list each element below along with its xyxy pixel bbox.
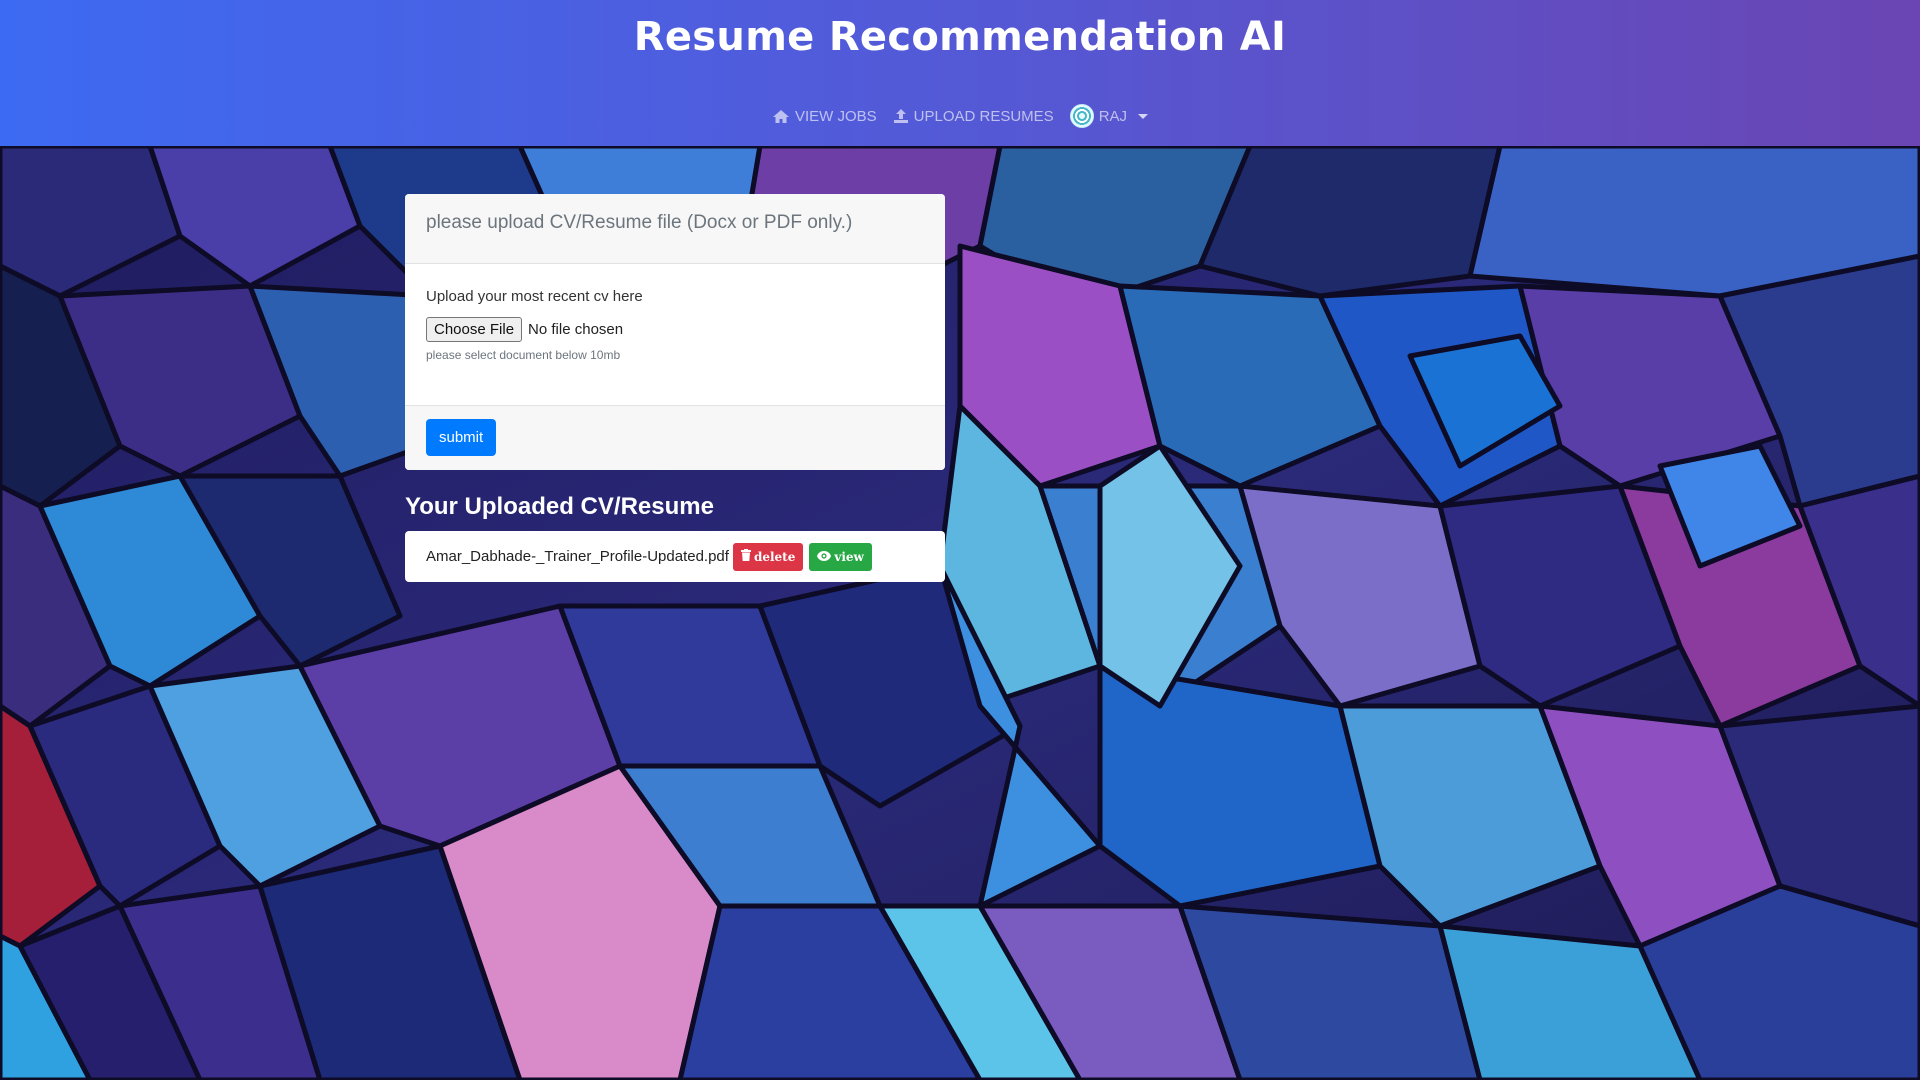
brand-title: Resume Recommendation AI [633, 14, 1287, 60]
upload-card-header: please upload CV/Resume file (Docx or PD… [405, 194, 945, 264]
top-header: Resume Recommendation AI VIEW JOBS UPLOA… [0, 0, 1920, 146]
caret-down-icon [1138, 113, 1149, 119]
nav-view-jobs-label: VIEW JOBS [794, 107, 877, 125]
uploaded-section-title: Your Uploaded CV/Resume [405, 493, 714, 520]
delete-button[interactable]: delete [732, 542, 804, 571]
nav-user-dropdown[interactable]: RAJ [1069, 104, 1149, 128]
main-nav: VIEW JOBS UPLOAD RESUMES RAJ [0, 104, 1920, 128]
uploaded-file-name: Amar_Dabhade-_Trainer_Profile-Updated.pd… [426, 548, 729, 565]
choose-file-button[interactable]: Choose File [426, 317, 523, 342]
view-label: view [834, 549, 864, 564]
trash-icon [740, 549, 751, 564]
file-size-helper: please select document below 10mb [426, 348, 621, 362]
upload-card: please upload CV/Resume file (Docx or PD… [405, 194, 945, 470]
upload-label: Upload your most recent cv here [426, 288, 643, 305]
home-icon [772, 109, 790, 124]
file-status: No file chosen [528, 321, 624, 338]
upload-card-body: Upload your most recent cv here Choose F… [405, 264, 945, 405]
uploaded-file-row: Amar_Dabhade-_Trainer_Profile-Updated.pd… [405, 531, 945, 582]
nav-upload-resumes-label: UPLOAD RESUMES [913, 107, 1054, 125]
nav-upload-resumes[interactable]: UPLOAD RESUMES [893, 108, 1054, 125]
view-button[interactable]: view [809, 542, 872, 571]
background-cubes [0, 146, 1920, 1080]
upload-card-footer: submit [405, 405, 945, 470]
nav-user-label: RAJ [1098, 107, 1128, 125]
delete-label: delete [753, 549, 796, 564]
nav-view-jobs[interactable]: VIEW JOBS [772, 108, 877, 125]
file-input[interactable]: Choose File No file chosen [426, 317, 924, 342]
eye-icon [817, 550, 832, 564]
upload-icon [893, 108, 909, 124]
submit-button[interactable]: submit [426, 419, 497, 456]
avatar [1069, 104, 1094, 128]
